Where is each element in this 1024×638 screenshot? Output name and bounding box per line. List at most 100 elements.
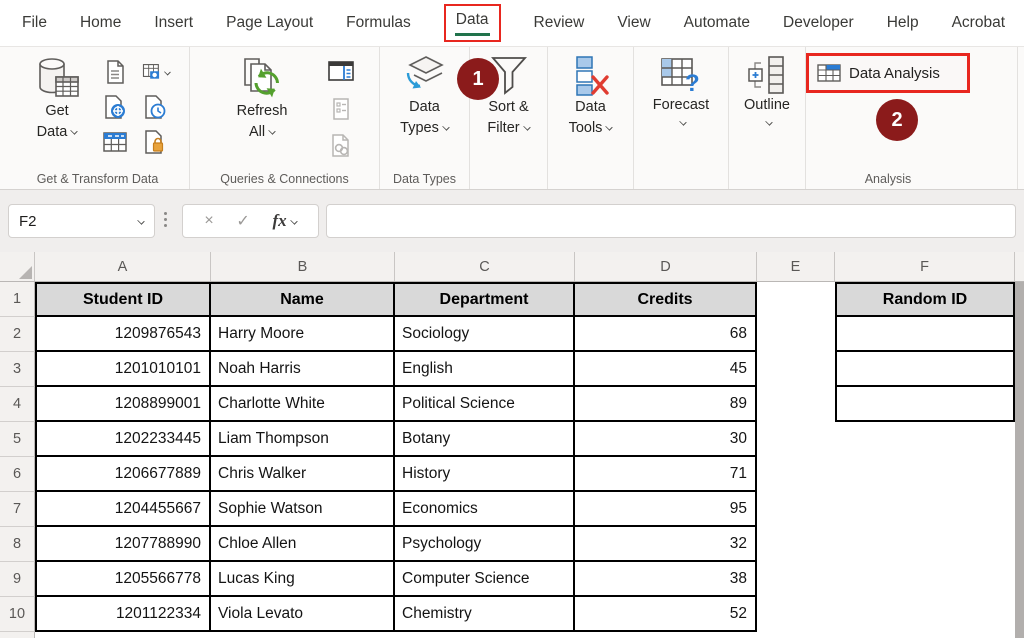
- cell-B8[interactable]: Chloe Allen: [211, 527, 395, 562]
- cell-A7[interactable]: 1204455667: [35, 492, 211, 527]
- cell-B10[interactable]: Viola Levato: [211, 597, 395, 632]
- cell-D5[interactable]: 30: [575, 422, 757, 457]
- cell-F9[interactable]: [835, 562, 1015, 597]
- recent-sources-button[interactable]: [142, 94, 170, 120]
- cell-D10[interactable]: 52: [575, 597, 757, 632]
- row-header-5[interactable]: 5: [0, 422, 35, 457]
- cell-A2[interactable]: 1209876543: [35, 317, 211, 352]
- row-header-8[interactable]: 8: [0, 527, 35, 562]
- enter-icon[interactable]: ✓: [236, 211, 249, 231]
- name-box-splitter[interactable]: [164, 212, 167, 227]
- cell-F7[interactable]: [835, 492, 1015, 527]
- cell-A9[interactable]: 1205566778: [35, 562, 211, 597]
- cell-A8[interactable]: 1207788990: [35, 527, 211, 562]
- cell-F4[interactable]: [835, 387, 1015, 422]
- name-box[interactable]: F2: [8, 204, 155, 238]
- queries-connections-button[interactable]: [328, 59, 356, 85]
- cell-D4[interactable]: 89: [575, 387, 757, 422]
- cell-F10[interactable]: [835, 597, 1015, 632]
- menu-tab-formulas[interactable]: Formulas: [346, 14, 411, 32]
- cell-E3[interactable]: [757, 352, 835, 387]
- cell-A3[interactable]: 1201010101: [35, 352, 211, 387]
- cell-F3[interactable]: [835, 352, 1015, 387]
- menu-tab-file[interactable]: File: [22, 14, 47, 32]
- cell-D9[interactable]: 38: [575, 562, 757, 597]
- row-header-1[interactable]: 1: [0, 282, 35, 317]
- data-tools-button[interactable]: Data Tools: [548, 55, 633, 139]
- row-header-10[interactable]: 10: [0, 597, 35, 632]
- cell-A1[interactable]: Student ID: [35, 282, 211, 317]
- from-web-button[interactable]: [102, 94, 130, 120]
- column-header-C[interactable]: C: [395, 252, 575, 281]
- cell-B3[interactable]: Noah Harris: [211, 352, 395, 387]
- cell-C4[interactable]: Political Science: [395, 387, 575, 422]
- cell-A10[interactable]: 1201122334: [35, 597, 211, 632]
- cell-F5[interactable]: [835, 422, 1015, 457]
- cell-C6[interactable]: History: [395, 457, 575, 492]
- cell-F8[interactable]: [835, 527, 1015, 562]
- properties-button[interactable]: [328, 96, 356, 122]
- cell-B6[interactable]: Chris Walker: [211, 457, 395, 492]
- column-header-B[interactable]: B: [211, 252, 395, 281]
- cell-D8[interactable]: 32: [575, 527, 757, 562]
- cell-A4[interactable]: 1208899001: [35, 387, 211, 422]
- cell-E4[interactable]: [757, 387, 835, 422]
- menu-tab-help[interactable]: Help: [887, 14, 919, 32]
- menu-tab-insert[interactable]: Insert: [154, 14, 193, 32]
- data-analysis-button[interactable]: Data Analysis: [849, 65, 940, 82]
- cell-B9[interactable]: Lucas King: [211, 562, 395, 597]
- menu-tab-view[interactable]: View: [617, 14, 650, 32]
- outline-button[interactable]: Outline: [729, 55, 805, 130]
- cell-D6[interactable]: 71: [575, 457, 757, 492]
- cell-E1[interactable]: [757, 282, 835, 317]
- cell-B7[interactable]: Sophie Watson: [211, 492, 395, 527]
- row-header-6[interactable]: 6: [0, 457, 35, 492]
- cell-B4[interactable]: Charlotte White: [211, 387, 395, 422]
- row-header-9[interactable]: 9: [0, 562, 35, 597]
- cell-C10[interactable]: Chemistry: [395, 597, 575, 632]
- cell-D2[interactable]: 68: [575, 317, 757, 352]
- cell-F1[interactable]: Random ID: [835, 282, 1015, 317]
- cell-F2[interactable]: [835, 317, 1015, 352]
- menu-tab-page-layout[interactable]: Page Layout: [226, 14, 313, 32]
- forecast-button[interactable]: ? Forecast: [634, 55, 728, 130]
- select-all-corner[interactable]: [0, 252, 35, 281]
- data-types-button[interactable]: Data Types: [380, 55, 469, 139]
- menu-tab-developer[interactable]: Developer: [783, 14, 854, 32]
- cell-B1[interactable]: Name: [211, 282, 395, 317]
- cell-F6[interactable]: [835, 457, 1015, 492]
- cell-D3[interactable]: 45: [575, 352, 757, 387]
- column-header-F[interactable]: F: [835, 252, 1015, 281]
- cell-B2[interactable]: Harry Moore: [211, 317, 395, 352]
- column-header-E[interactable]: E: [757, 252, 835, 281]
- row-header-7[interactable]: 7: [0, 492, 35, 527]
- menu-tab-acrobat[interactable]: Acrobat: [952, 14, 1005, 32]
- cell-C1[interactable]: Department: [395, 282, 575, 317]
- cell-C8[interactable]: Psychology: [395, 527, 575, 562]
- menu-tab-data[interactable]: Data: [444, 4, 501, 42]
- cell-E5[interactable]: [757, 422, 835, 457]
- formula-input[interactable]: [326, 204, 1016, 238]
- row-header-3[interactable]: 3: [0, 352, 35, 387]
- cell-A5[interactable]: 1202233445: [35, 422, 211, 457]
- from-picture-button[interactable]: [142, 59, 170, 85]
- cell-B5[interactable]: Liam Thompson: [211, 422, 395, 457]
- column-header-A[interactable]: A: [35, 252, 211, 281]
- cancel-icon[interactable]: ×: [204, 212, 213, 230]
- cell-E10[interactable]: [757, 597, 835, 632]
- cell-A6[interactable]: 1206677889: [35, 457, 211, 492]
- cell-E7[interactable]: [757, 492, 835, 527]
- existing-connections-button[interactable]: [142, 129, 170, 155]
- cell-C7[interactable]: Economics: [395, 492, 575, 527]
- cell-C9[interactable]: Computer Science: [395, 562, 575, 597]
- column-header-D[interactable]: D: [575, 252, 757, 281]
- cell-C5[interactable]: Botany: [395, 422, 575, 457]
- row-header-2[interactable]: 2: [0, 317, 35, 352]
- cell-D1[interactable]: Credits: [575, 282, 757, 317]
- insert-function-button[interactable]: fx: [272, 211, 296, 231]
- refresh-all-button[interactable]: Refresh All: [216, 55, 308, 143]
- cell-E9[interactable]: [757, 562, 835, 597]
- get-data-button[interactable]: Get Data: [16, 55, 98, 143]
- menu-tab-automate[interactable]: Automate: [684, 14, 750, 32]
- from-table-range-button[interactable]: [102, 129, 130, 155]
